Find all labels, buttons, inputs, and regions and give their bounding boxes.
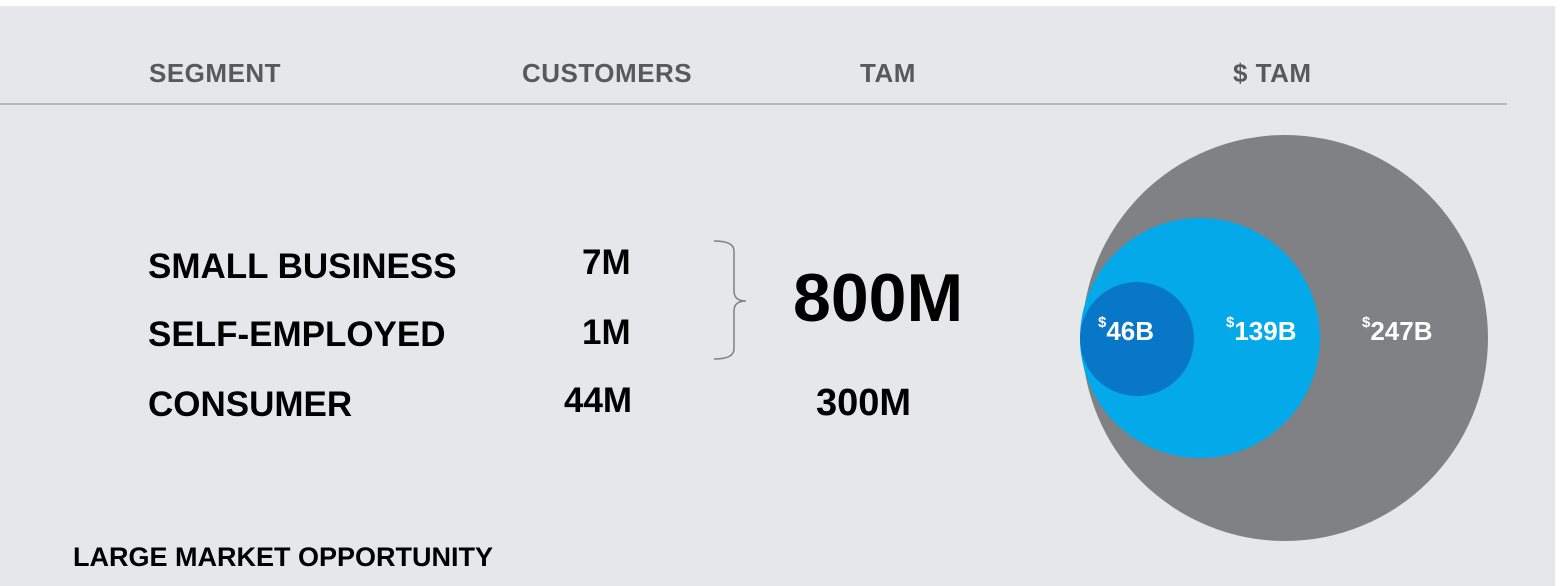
tam-business-combined: 800M (793, 260, 964, 336)
customers-consumer: 44M (564, 381, 633, 420)
header-customers: CUSTOMERS (522, 58, 693, 88)
header-tam: TAM (860, 58, 916, 88)
footer-title: LARGE MARKET OPPORTUNITY (73, 542, 494, 572)
header-segment: SEGMENT (149, 58, 282, 88)
slide-panel: SEGMENT CUSTOMERS TAM $ TAM SMALL BUSINE… (0, 6, 1555, 586)
segment-consumer: CONSUMER (148, 385, 353, 424)
segment-small-business: SMALL BUSINESS (148, 247, 457, 286)
customers-self-employed: 1M (582, 313, 631, 352)
customers-small-business: 7M (582, 243, 631, 282)
bracket-icon (713, 240, 747, 360)
label-46b: $46B (1098, 314, 1155, 346)
label-247b: $247B (1362, 314, 1433, 346)
header-dollar-tam: $ TAM (1233, 58, 1312, 88)
segment-self-employed: SELF-EMPLOYED (148, 315, 446, 354)
header-divider (0, 103, 1507, 105)
label-139b: $139B (1226, 314, 1297, 346)
tam-consumer: 300M (816, 382, 912, 424)
